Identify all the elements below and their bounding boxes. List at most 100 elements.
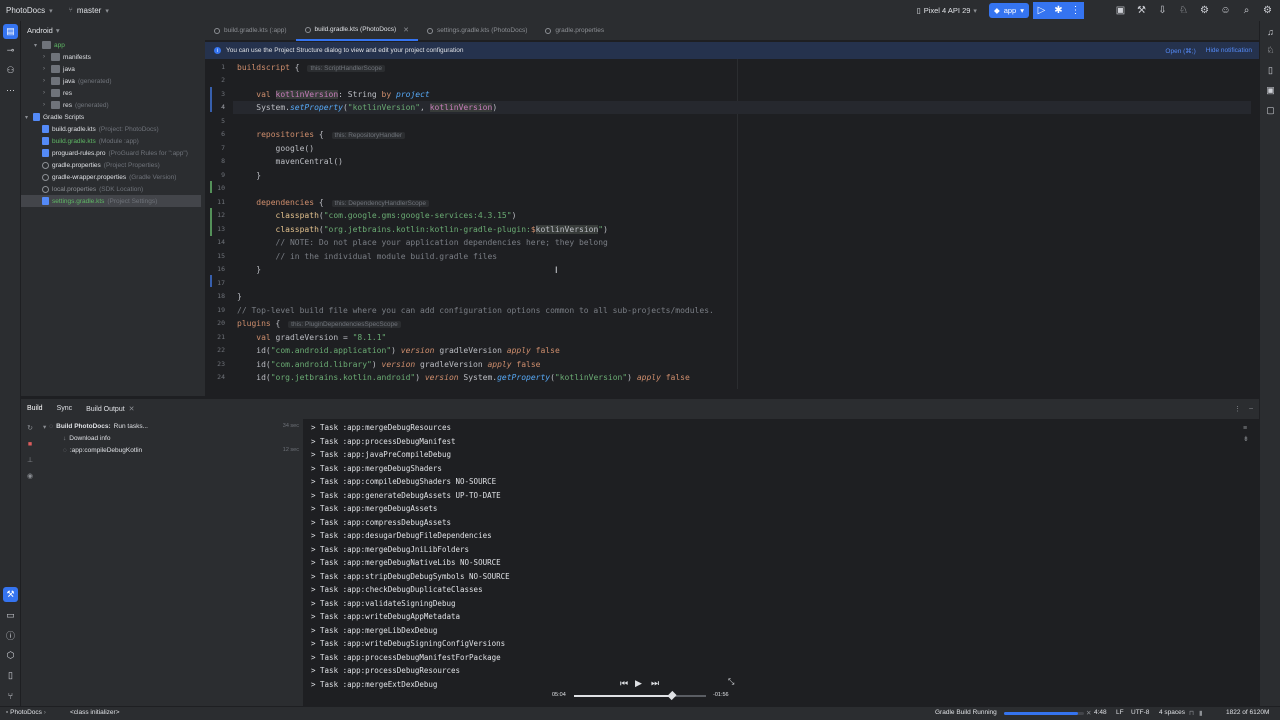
eye-icon[interactable]: ◉ bbox=[25, 471, 35, 481]
play-icon[interactable]: ▶ bbox=[635, 678, 642, 689]
chevron-right-icon[interactable]: › bbox=[43, 66, 51, 72]
tab-sync[interactable]: Sync bbox=[57, 405, 73, 412]
line-ending[interactable]: LF bbox=[1116, 709, 1124, 716]
file-encoding[interactable]: UTF-8 bbox=[1131, 709, 1149, 716]
close-icon[interactable]: ✕ bbox=[1086, 709, 1091, 717]
terminal-tool-button[interactable]: ▯ bbox=[3, 668, 18, 683]
tree-item-app[interactable]: ▾ app bbox=[21, 39, 201, 51]
more-vertical-icon[interactable]: ⋮ bbox=[1234, 405, 1241, 413]
app-inspection-button[interactable]: ⬡ bbox=[3, 648, 18, 663]
emulator-button[interactable]: ▢ bbox=[1263, 103, 1278, 118]
running-device-icon: ▣ bbox=[1266, 85, 1275, 95]
logcat-tool-button[interactable]: ▭ bbox=[3, 608, 18, 623]
sdk-manager-button[interactable]: ⇩ bbox=[1154, 2, 1171, 19]
chevron-down-icon[interactable]: ▾ bbox=[25, 114, 33, 121]
problems-tool-button[interactable]: ⓘ bbox=[3, 628, 18, 643]
tree-item-res[interactable]: › res bbox=[21, 87, 201, 99]
code-line: dependencies { this: DependencyHandlerSc… bbox=[237, 196, 429, 209]
search-button[interactable]: ⌕ bbox=[1238, 2, 1255, 19]
line-number: 18 bbox=[217, 292, 225, 300]
chevron-right-icon[interactable]: › bbox=[43, 102, 51, 108]
memory-indicator[interactable]: 1822 of 6120M bbox=[1226, 709, 1269, 716]
minimize-icon[interactable]: – bbox=[1249, 405, 1253, 412]
tree-item-build-gradle-project[interactable]: build.gradle.kts (Project: PhotoDocs) bbox=[21, 123, 201, 135]
chevron-right-icon[interactable]: › bbox=[43, 78, 51, 84]
build-tool-button[interactable]: ⚒ bbox=[3, 587, 18, 602]
media-seek-bar[interactable] bbox=[574, 695, 706, 697]
device-selector[interactable]: ▯ Pixel 4 API 29 ▾ bbox=[917, 6, 977, 15]
run-configuration-selector[interactable]: ◆ app ▾ bbox=[988, 3, 1029, 18]
device-manager-tool-button[interactable]: ▯ bbox=[1263, 63, 1278, 78]
caret-position[interactable]: 4:48 bbox=[1094, 709, 1107, 716]
code-line: id("com.android.library") version gradle… bbox=[237, 360, 541, 369]
tab-settings-gradle[interactable]: settings.gradle.kts (PhotoDocs) bbox=[418, 21, 536, 41]
close-icon[interactable]: ✕ bbox=[403, 26, 409, 34]
build-tree-row[interactable]: ◌ :app:compileDebugKotlin bbox=[63, 445, 142, 456]
soft-wrap-icon[interactable]: ≡ bbox=[1243, 425, 1255, 432]
tree-item-build-gradle-module[interactable]: build.gradle.kts (Module :app) bbox=[21, 135, 201, 147]
profiler-button[interactable]: ⚒ bbox=[1133, 2, 1150, 19]
project-switcher[interactable]: PhotoDocs ▾ bbox=[0, 6, 59, 15]
rerun-icon[interactable]: ↻ bbox=[25, 423, 35, 433]
folder-icon: ▤ bbox=[6, 26, 15, 36]
chevron-right-icon[interactable]: › bbox=[43, 54, 51, 60]
breadcrumb-context[interactable]: <class initializer> bbox=[70, 709, 120, 716]
tree-item-gradle-scripts[interactable]: ▾ Gradle Scripts bbox=[21, 111, 201, 123]
tree-item-local-properties[interactable]: local.properties (SDK Location) bbox=[21, 183, 201, 195]
skip-back-icon[interactable]: ⏮ bbox=[620, 678, 628, 689]
tab-build-gradle-app[interactable]: build.gradle.kts (:app) bbox=[205, 21, 296, 41]
build-button[interactable]: ⚙ bbox=[1196, 2, 1213, 19]
tree-item-manifests[interactable]: › manifests bbox=[21, 51, 201, 63]
resource-manager-button[interactable]: ⚇ bbox=[3, 63, 18, 78]
background-task-label[interactable]: Gradle Build Running bbox=[935, 709, 997, 716]
tree-item-gradle-properties[interactable]: gradle.properties (Project Properties) bbox=[21, 159, 201, 171]
device-manager-button[interactable]: ▣ bbox=[1112, 2, 1129, 19]
debug-button[interactable]: ✱ bbox=[1050, 2, 1067, 19]
tree-item-gradle-wrapper-properties[interactable]: gradle-wrapper.properties (Gradle Version… bbox=[21, 171, 201, 183]
lock-icon[interactable]: ⊓ bbox=[1189, 709, 1194, 717]
stop-icon[interactable]: ■ bbox=[25, 439, 35, 449]
indent-settings[interactable]: 4 spaces bbox=[1159, 709, 1185, 716]
scroll-to-end-icon[interactable]: ⇟ bbox=[1243, 435, 1255, 443]
version-control-button[interactable]: ⑂ bbox=[3, 688, 18, 703]
gradle-tool-button[interactable]: ♘ bbox=[1263, 43, 1278, 58]
sync-gradle-button[interactable]: ♘ bbox=[1175, 2, 1192, 19]
tree-item-proguard-rules[interactable]: proguard-rules.pro (ProGuard Rules for ":… bbox=[21, 147, 201, 159]
more-tools-button[interactable]: ⋯ bbox=[3, 83, 18, 98]
tree-item-java-generated[interactable]: › java (generated) bbox=[21, 75, 201, 87]
tree-item-settings-gradle[interactable]: settings.gradle.kts (Project Settings) bbox=[21, 195, 201, 207]
code-editor[interactable]: 1 2 3 4 5 6 7 8 9 10 11 12 13 14 15 16 17 18 19 20 21 22 23 24 … bbox=[205, 59, 1259, 389]
running-devices-button[interactable]: ▣ bbox=[1263, 83, 1278, 98]
tree-item-java[interactable]: › java bbox=[21, 63, 201, 75]
commit-tool-button[interactable]: ⊸ bbox=[3, 43, 18, 58]
project-view-selector[interactable]: Android ▾ bbox=[21, 21, 205, 39]
branch-switcher[interactable]: ⑂ master ▾ bbox=[63, 6, 115, 15]
pin-icon[interactable]: ⊥ bbox=[25, 455, 35, 465]
tree-item-res-generated[interactable]: › res (generated) bbox=[21, 99, 201, 111]
run-config-label: app bbox=[1003, 6, 1017, 15]
close-icon[interactable]: ✕ bbox=[129, 406, 135, 413]
tab-gradle-properties[interactable]: gradle.properties bbox=[536, 21, 613, 41]
tree-item-label: java bbox=[63, 65, 75, 73]
breadcrumb[interactable]: ▫ PhotoDocs › bbox=[6, 709, 46, 716]
folder-icon bbox=[51, 53, 60, 61]
account-button[interactable]: ☺ bbox=[1217, 2, 1234, 19]
tab-build-gradle-project[interactable]: build.gradle.kts (PhotoDocs) ✕ bbox=[295, 21, 419, 41]
hide-notification-link[interactable]: Hide notification bbox=[1206, 47, 1252, 55]
settings-button[interactable]: ⚙ bbox=[1259, 2, 1276, 19]
notifications-button[interactable]: ♫ bbox=[1263, 24, 1278, 39]
skip-forward-icon[interactable]: ⏭ bbox=[651, 678, 659, 689]
run-button[interactable]: ▷ bbox=[1033, 2, 1050, 19]
tab-build[interactable]: Build bbox=[27, 405, 43, 412]
media-seek-knob[interactable] bbox=[667, 690, 677, 701]
collapse-icon[interactable]: ⤡ bbox=[728, 677, 734, 687]
open-project-structure-link[interactable]: Open (⌘;) bbox=[1165, 47, 1195, 55]
tab-build-output[interactable]: Build Output ✕ bbox=[86, 405, 134, 413]
chevron-right-icon[interactable]: › bbox=[43, 90, 51, 96]
build-tree-row[interactable]: ↓ Download info bbox=[63, 433, 110, 444]
build-tree-row[interactable]: ▾ ◌ Build PhotoDocs: Run tasks... bbox=[43, 421, 148, 432]
project-tool-button[interactable]: ▤ bbox=[3, 24, 18, 39]
build-output-console[interactable]: > Task :app:mergeDebugResources > Task :a… bbox=[303, 419, 1259, 707]
more-actions-button[interactable]: ⋮ bbox=[1067, 2, 1084, 19]
chevron-down-icon[interactable]: ▾ bbox=[34, 42, 42, 49]
